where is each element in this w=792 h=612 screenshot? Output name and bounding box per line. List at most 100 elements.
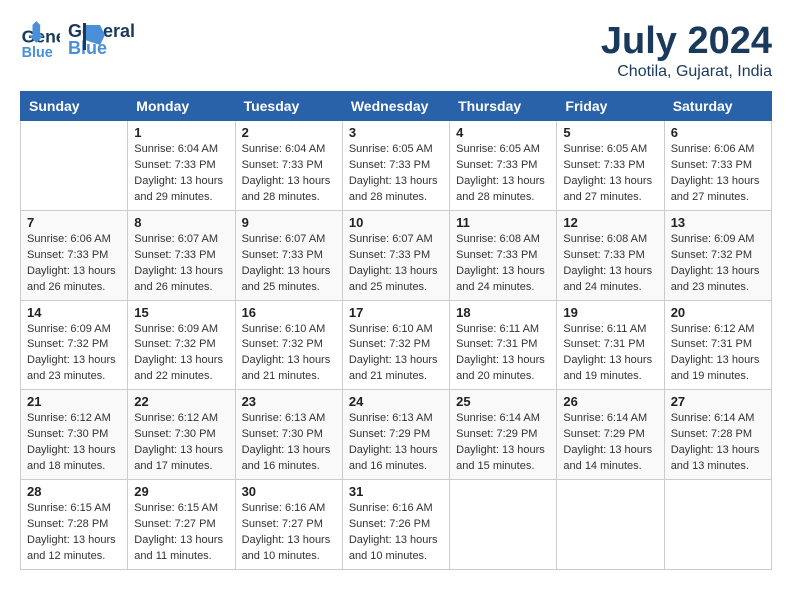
day-cell: 28 Sunrise: 6:15 AMSunset: 7:28 PMDayligh… (21, 480, 128, 570)
day-number: 24 (349, 394, 443, 409)
day-detail: Sunrise: 6:14 AMSunset: 7:28 PMDaylight:… (671, 411, 765, 475)
day-number: 14 (27, 305, 121, 320)
day-number: 8 (134, 215, 228, 230)
day-cell: 24 Sunrise: 6:13 AMSunset: 7:29 PMDayligh… (342, 390, 449, 480)
day-cell: 16 Sunrise: 6:10 AMSunset: 7:32 PMDayligh… (235, 300, 342, 390)
day-number: 16 (242, 305, 336, 320)
week-row-3: 14 Sunrise: 6:09 AMSunset: 7:32 PMDayligh… (21, 300, 772, 390)
day-cell: 7 Sunrise: 6:06 AMSunset: 7:33 PMDaylight… (21, 210, 128, 300)
day-cell: 30 Sunrise: 6:16 AMSunset: 7:27 PMDayligh… (235, 480, 342, 570)
day-number: 9 (242, 215, 336, 230)
day-detail: Sunrise: 6:11 AMSunset: 7:31 PMDaylight:… (563, 322, 657, 386)
day-number: 25 (456, 394, 550, 409)
day-cell: 21 Sunrise: 6:12 AMSunset: 7:30 PMDayligh… (21, 390, 128, 480)
day-detail: Sunrise: 6:14 AMSunset: 7:29 PMDaylight:… (563, 411, 657, 475)
day-cell: 12 Sunrise: 6:08 AMSunset: 7:33 PMDayligh… (557, 210, 664, 300)
day-detail: Sunrise: 6:04 AMSunset: 7:33 PMDaylight:… (242, 142, 336, 206)
day-cell: 13Sunrise: 6:09 AMSunset: 7:32 PMDayligh… (664, 210, 771, 300)
day-cell: 4 Sunrise: 6:05 AMSunset: 7:33 PMDaylight… (450, 121, 557, 211)
day-cell: 5Sunrise: 6:05 AMSunset: 7:33 PMDaylight… (557, 121, 664, 211)
day-number: 20 (671, 305, 765, 320)
day-detail: Sunrise: 6:10 AMSunset: 7:32 PMDaylight:… (242, 322, 336, 386)
day-number: 7 (27, 215, 121, 230)
day-detail: Sunrise: 6:05 AMSunset: 7:33 PMDaylight:… (563, 142, 657, 206)
page-header: General Blue General Blue July 2024 Chot… (20, 20, 772, 81)
weekday-header-friday: Friday (557, 92, 664, 121)
day-detail: Sunrise: 6:06 AMSunset: 7:33 PMDaylight:… (27, 232, 121, 296)
day-cell: 17 Sunrise: 6:10 AMSunset: 7:32 PMDayligh… (342, 300, 449, 390)
logo-flag-icon (75, 20, 105, 50)
day-cell (21, 121, 128, 211)
day-number: 6 (671, 125, 765, 140)
day-number: 4 (456, 125, 550, 140)
logo: General Blue General Blue (20, 20, 105, 60)
day-cell: 14 Sunrise: 6:09 AMSunset: 7:32 PMDayligh… (21, 300, 128, 390)
title-section: July 2024 Chotila, Gujarat, India (601, 20, 772, 81)
day-detail: Sunrise: 6:16 AMSunset: 7:26 PMDaylight:… (349, 501, 443, 565)
calendar-table: SundayMondayTuesdayWednesdayThursdayFrid… (20, 91, 772, 570)
day-number: 28 (27, 484, 121, 499)
day-cell (557, 480, 664, 570)
day-cell: 29Sunrise: 6:15 AMSunset: 7:27 PMDayligh… (128, 480, 235, 570)
day-detail: Sunrise: 6:12 AMSunset: 7:30 PMDaylight:… (134, 411, 228, 475)
week-row-2: 7 Sunrise: 6:06 AMSunset: 7:33 PMDaylight… (21, 210, 772, 300)
day-cell (450, 480, 557, 570)
day-cell: 11Sunrise: 6:08 AMSunset: 7:33 PMDayligh… (450, 210, 557, 300)
day-detail: Sunrise: 6:09 AMSunset: 7:32 PMDaylight:… (134, 322, 228, 386)
day-cell (664, 480, 771, 570)
week-row-1: 1 Sunrise: 6:04 AMSunset: 7:33 PMDaylight… (21, 121, 772, 211)
day-number: 29 (134, 484, 228, 499)
day-number: 12 (563, 215, 657, 230)
logo-icon: General Blue (20, 20, 60, 60)
day-detail: Sunrise: 6:13 AMSunset: 7:29 PMDaylight:… (349, 411, 443, 475)
day-cell: 2 Sunrise: 6:04 AMSunset: 7:33 PMDaylight… (235, 121, 342, 211)
day-cell: 15Sunrise: 6:09 AMSunset: 7:32 PMDayligh… (128, 300, 235, 390)
day-number: 17 (349, 305, 443, 320)
day-cell: 8 Sunrise: 6:07 AMSunset: 7:33 PMDaylight… (128, 210, 235, 300)
day-cell: 19 Sunrise: 6:11 AMSunset: 7:31 PMDayligh… (557, 300, 664, 390)
day-number: 23 (242, 394, 336, 409)
day-cell: 20 Sunrise: 6:12 AMSunset: 7:31 PMDayligh… (664, 300, 771, 390)
day-detail: Sunrise: 6:09 AMSunset: 7:32 PMDaylight:… (27, 322, 121, 386)
day-number: 13 (671, 215, 765, 230)
day-detail: Sunrise: 6:14 AMSunset: 7:29 PMDaylight:… (456, 411, 550, 475)
day-detail: Sunrise: 6:05 AMSunset: 7:33 PMDaylight:… (349, 142, 443, 206)
day-detail: Sunrise: 6:07 AMSunset: 7:33 PMDaylight:… (349, 232, 443, 296)
day-detail: Sunrise: 6:13 AMSunset: 7:30 PMDaylight:… (242, 411, 336, 475)
day-number: 2 (242, 125, 336, 140)
day-number: 10 (349, 215, 443, 230)
day-cell: 23 Sunrise: 6:13 AMSunset: 7:30 PMDayligh… (235, 390, 342, 480)
day-number: 1 (134, 125, 228, 140)
month-title: July 2024 (601, 20, 772, 63)
day-cell: 10 Sunrise: 6:07 AMSunset: 7:33 PMDayligh… (342, 210, 449, 300)
day-detail: Sunrise: 6:10 AMSunset: 7:32 PMDaylight:… (349, 322, 443, 386)
day-cell: 9 Sunrise: 6:07 AMSunset: 7:33 PMDaylight… (235, 210, 342, 300)
day-detail: Sunrise: 6:15 AMSunset: 7:28 PMDaylight:… (27, 501, 121, 565)
weekday-header-wednesday: Wednesday (342, 92, 449, 121)
weekday-header-sunday: Sunday (21, 92, 128, 121)
day-cell: 1Sunrise: 6:04 AMSunset: 7:33 PMDaylight… (128, 121, 235, 211)
day-number: 30 (242, 484, 336, 499)
day-number: 26 (563, 394, 657, 409)
day-cell: 31Sunrise: 6:16 AMSunset: 7:26 PMDayligh… (342, 480, 449, 570)
day-number: 22 (134, 394, 228, 409)
day-detail: Sunrise: 6:08 AMSunset: 7:33 PMDaylight:… (563, 232, 657, 296)
location: Chotila, Gujarat, India (601, 63, 772, 81)
day-cell: 18Sunrise: 6:11 AMSunset: 7:31 PMDayligh… (450, 300, 557, 390)
day-cell: 22 Sunrise: 6:12 AMSunset: 7:30 PMDayligh… (128, 390, 235, 480)
day-number: 3 (349, 125, 443, 140)
day-detail: Sunrise: 6:16 AMSunset: 7:27 PMDaylight:… (242, 501, 336, 565)
day-number: 27 (671, 394, 765, 409)
day-detail: Sunrise: 6:12 AMSunset: 7:30 PMDaylight:… (27, 411, 121, 475)
day-detail: Sunrise: 6:11 AMSunset: 7:31 PMDaylight:… (456, 322, 550, 386)
day-detail: Sunrise: 6:07 AMSunset: 7:33 PMDaylight:… (242, 232, 336, 296)
day-detail: Sunrise: 6:08 AMSunset: 7:33 PMDaylight:… (456, 232, 550, 296)
day-detail: Sunrise: 6:07 AMSunset: 7:33 PMDaylight:… (134, 232, 228, 296)
weekday-header-thursday: Thursday (450, 92, 557, 121)
day-detail: Sunrise: 6:12 AMSunset: 7:31 PMDaylight:… (671, 322, 765, 386)
day-detail: Sunrise: 6:05 AMSunset: 7:33 PMDaylight:… (456, 142, 550, 206)
day-cell: 25 Sunrise: 6:14 AMSunset: 7:29 PMDayligh… (450, 390, 557, 480)
weekday-header-tuesday: Tuesday (235, 92, 342, 121)
day-number: 21 (27, 394, 121, 409)
day-number: 19 (563, 305, 657, 320)
